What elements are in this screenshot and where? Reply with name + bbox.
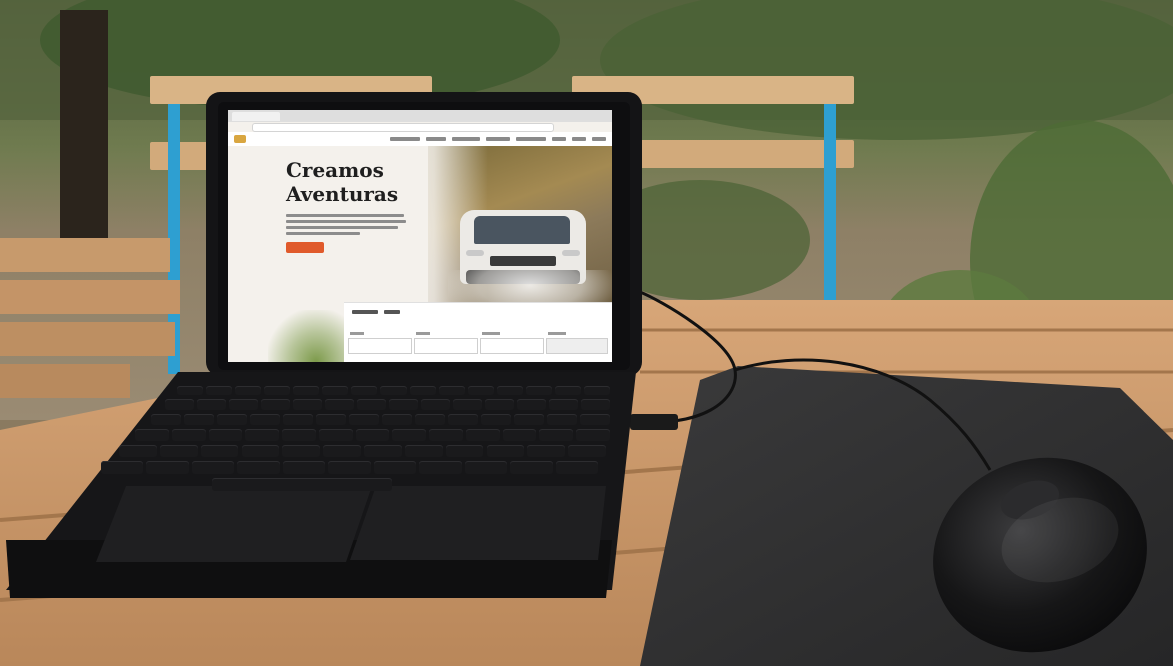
keyboard-key[interactable] <box>364 445 402 457</box>
keyboard-key[interactable] <box>146 461 189 474</box>
keyboard-key[interactable] <box>323 445 361 457</box>
keyboard-key[interactable] <box>373 461 417 474</box>
keyboard-key[interactable] <box>355 429 390 441</box>
keyboard-key[interactable] <box>527 445 566 457</box>
keyboard-key[interactable] <box>421 399 450 410</box>
keyboard-key[interactable] <box>151 414 181 425</box>
keyboard-key[interactable] <box>282 461 326 474</box>
keyboard-key[interactable] <box>389 399 418 410</box>
keyboard-key[interactable] <box>453 399 482 410</box>
keyboard-key[interactable] <box>159 445 198 457</box>
keyboard-key[interactable] <box>318 429 353 441</box>
keyboard-key[interactable] <box>517 399 546 410</box>
keyboard-key[interactable] <box>316 414 346 425</box>
keyboard-key[interactable] <box>357 399 386 410</box>
keyboard-key[interactable] <box>486 445 525 457</box>
keyboard-key[interactable] <box>235 386 262 395</box>
keyboard-key[interactable] <box>576 429 610 441</box>
photo-scene: Creamos Aventuras <box>0 0 1173 666</box>
keyboard <box>0 0 1173 666</box>
keyboard-key[interactable] <box>191 461 235 474</box>
keyboard-key[interactable] <box>177 386 204 395</box>
keyboard-key[interactable] <box>325 399 354 410</box>
keyboard-key[interactable] <box>445 445 484 457</box>
keyboard-key[interactable] <box>467 386 494 395</box>
keyboard-key[interactable] <box>438 386 465 395</box>
keyboard-key[interactable] <box>496 386 523 395</box>
keyboard-key[interactable] <box>554 386 581 395</box>
keyboard-key[interactable] <box>165 399 194 410</box>
keyboard-key[interactable] <box>208 429 243 441</box>
keyboard-key[interactable] <box>282 429 316 441</box>
keyboard-key[interactable] <box>448 414 478 425</box>
keyboard-key[interactable] <box>282 445 321 457</box>
keyboard-key[interactable] <box>580 414 610 425</box>
keyboard-key[interactable] <box>101 461 144 474</box>
keyboard-key[interactable] <box>568 445 606 457</box>
keyboard-key[interactable] <box>351 386 378 395</box>
keyboard-key[interactable] <box>510 461 553 474</box>
keyboard-key[interactable] <box>322 386 349 395</box>
keyboard-key[interactable] <box>581 399 610 410</box>
keyboard-key[interactable] <box>525 386 552 395</box>
keyboard-key[interactable] <box>119 445 157 457</box>
keyboard-key[interactable] <box>380 386 407 395</box>
keyboard-key[interactable] <box>409 386 436 395</box>
keyboard-key[interactable] <box>514 414 544 425</box>
keyboard-key[interactable] <box>328 461 371 474</box>
keyboard-key[interactable] <box>245 429 280 441</box>
keyboard-key[interactable] <box>419 461 462 474</box>
keyboard-key[interactable] <box>502 429 537 441</box>
keyboard-key[interactable] <box>293 399 322 410</box>
keyboard-key[interactable] <box>415 414 445 425</box>
keyboard-key[interactable] <box>237 461 280 474</box>
keyboard-key[interactable] <box>250 414 280 425</box>
keyboard-key[interactable] <box>464 461 508 474</box>
keyboard-key[interactable] <box>583 386 610 395</box>
keyboard-key[interactable] <box>547 414 577 425</box>
keyboard-key[interactable] <box>555 461 598 474</box>
keyboard-key[interactable] <box>264 386 291 395</box>
keyboard-key[interactable] <box>382 414 412 425</box>
keyboard-key[interactable] <box>261 399 290 410</box>
keyboard-key[interactable] <box>392 429 427 441</box>
keyboard-key[interactable] <box>549 399 578 410</box>
keyboard-key[interactable] <box>184 414 214 425</box>
keyboard-key[interactable] <box>197 399 226 410</box>
keyboard-key[interactable] <box>200 445 239 457</box>
keyboard-key[interactable] <box>206 386 233 395</box>
keyboard-key[interactable] <box>229 399 258 410</box>
keyboard-key[interactable] <box>171 429 206 441</box>
keyboard-key[interactable] <box>293 386 320 395</box>
keyboard-key[interactable] <box>465 429 500 441</box>
keyboard-key[interactable] <box>481 414 511 425</box>
keyboard-key[interactable] <box>241 445 280 457</box>
keyboard-key[interactable] <box>135 429 169 441</box>
keyboard-key[interactable] <box>485 399 514 410</box>
keyboard-key[interactable] <box>349 414 379 425</box>
keyboard-key[interactable] <box>217 414 247 425</box>
keyboard-key[interactable] <box>283 414 313 425</box>
space-bar[interactable] <box>212 478 392 491</box>
keyboard-key[interactable] <box>539 429 574 441</box>
keyboard-key[interactable] <box>404 445 443 457</box>
keyboard-key[interactable] <box>429 429 463 441</box>
